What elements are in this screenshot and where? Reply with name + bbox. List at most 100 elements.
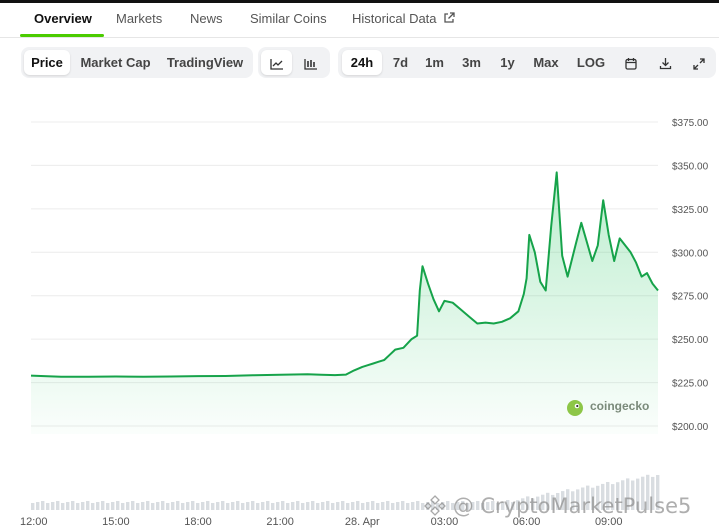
y-axis-labels: $375.00 $350.00 $325.00 $300.00 $275.00 $250.… — [672, 118, 709, 433]
chart-type-segment — [258, 47, 330, 78]
brand-label: coingecko — [590, 399, 650, 413]
tab-historical-data[interactable]: Historical Data — [352, 3, 455, 37]
volume-bar — [71, 501, 75, 510]
volume-bar — [201, 502, 205, 510]
volume-bar — [96, 502, 100, 510]
tradingview-button[interactable]: TradingView — [161, 50, 249, 75]
y-tick-label: $350.00 — [672, 161, 709, 172]
volume-bar — [316, 503, 320, 510]
line-chart-icon — [269, 55, 284, 70]
y-tick-label: $200.00 — [672, 422, 709, 433]
volume-bar — [171, 502, 175, 510]
volume-bar — [191, 501, 195, 510]
y-tick-label: $300.00 — [672, 248, 709, 259]
volume-bar — [131, 501, 135, 510]
calendar-button[interactable] — [618, 50, 644, 75]
volume-bar — [251, 501, 255, 510]
volume-bar — [296, 501, 300, 510]
tab-historical-data-label: Historical Data — [352, 11, 437, 26]
range-1m-button[interactable]: 1m — [420, 50, 449, 75]
download-button[interactable] — [652, 50, 678, 75]
external-link-icon — [443, 4, 455, 36]
price-button[interactable]: Price — [24, 50, 70, 75]
volume-bar — [301, 503, 305, 510]
range-24h-button[interactable]: 24h — [342, 50, 382, 75]
volume-bar — [86, 501, 90, 510]
tab-overview[interactable]: Overview — [34, 3, 92, 37]
expand-button[interactable] — [686, 50, 712, 75]
volume-bar — [106, 503, 110, 510]
volume-bar — [276, 502, 280, 510]
x-tick-label: 28. Apr — [345, 516, 380, 528]
volume-bar — [326, 501, 330, 510]
volume-bar — [31, 503, 35, 510]
volume-bar — [306, 502, 310, 510]
volume-bar — [46, 503, 50, 510]
volume-bar — [136, 503, 140, 510]
range-3m-button[interactable]: 3m — [456, 50, 487, 75]
y-tick-label: $250.00 — [672, 335, 709, 346]
metric-segment: Price Market Cap TradingView — [21, 47, 253, 78]
volume-bar — [411, 502, 415, 510]
volume-bar — [361, 503, 365, 510]
volume-bar — [356, 501, 360, 510]
tab-similar-coins[interactable]: Similar Coins — [250, 3, 327, 37]
volume-bar — [256, 503, 260, 510]
x-tick-label: 15:00 — [102, 516, 130, 528]
volume-bar — [146, 501, 150, 510]
volume-bar — [246, 502, 250, 510]
volume-bar — [161, 501, 165, 510]
volume-bar — [311, 501, 315, 510]
volume-bar — [81, 502, 85, 510]
range-1y-button[interactable]: 1y — [493, 50, 522, 75]
market-cap-button[interactable]: Market Cap — [76, 50, 155, 75]
range-max-button[interactable]: Max — [528, 50, 564, 75]
volume-bar — [381, 502, 385, 510]
volume-bar — [396, 502, 400, 510]
volume-bar — [391, 503, 395, 510]
tab-markets[interactable]: Markets — [116, 3, 162, 37]
download-icon — [659, 55, 672, 70]
volume-bar — [286, 503, 290, 510]
volume-bar — [416, 501, 420, 510]
candlestick-icon — [303, 55, 318, 70]
volume-bar — [36, 502, 40, 510]
volume-bar — [226, 503, 230, 510]
volume-bar — [271, 503, 275, 510]
active-tab-indicator — [20, 34, 104, 37]
volume-bar — [206, 501, 210, 510]
y-tick-label: $375.00 — [672, 118, 709, 129]
range-7d-button[interactable]: 7d — [386, 50, 415, 75]
volume-bar — [156, 502, 160, 510]
volume-bar — [216, 502, 220, 510]
volume-bar — [76, 503, 80, 510]
log-scale-button[interactable]: LOG — [572, 50, 610, 75]
y-tick-label: $275.00 — [672, 292, 709, 303]
volume-bar — [266, 501, 270, 510]
volume-bar — [236, 501, 240, 510]
volume-bar — [241, 503, 245, 510]
volume-bar — [111, 502, 115, 510]
x-tick-label: 21:00 — [266, 516, 294, 528]
volume-bar — [386, 501, 390, 510]
volume-bar — [346, 503, 350, 510]
volume-bar — [211, 503, 215, 510]
volume-bar — [371, 501, 375, 510]
volume-bar — [41, 501, 45, 510]
volume-bar — [66, 502, 70, 510]
volume-bar — [141, 502, 145, 510]
price-chart: $375.00 $350.00 $325.00 $300.00 $275.00 $250.… — [20, 118, 709, 528]
volume-bar — [121, 503, 125, 510]
volume-bar — [91, 503, 95, 510]
volume-bar — [401, 501, 405, 510]
volume-bar — [376, 503, 380, 510]
line-chart-button[interactable] — [261, 50, 292, 75]
volume-bar — [126, 502, 130, 510]
volume-bar — [51, 502, 55, 510]
tab-bar: Overview Markets News Similar Coins Hist… — [0, 3, 719, 38]
volume-bar — [221, 501, 225, 510]
tab-news[interactable]: News — [190, 3, 223, 37]
volume-bar — [336, 502, 340, 510]
candlestick-button[interactable] — [295, 50, 326, 75]
x-tick-label: 12:00 — [20, 516, 48, 528]
